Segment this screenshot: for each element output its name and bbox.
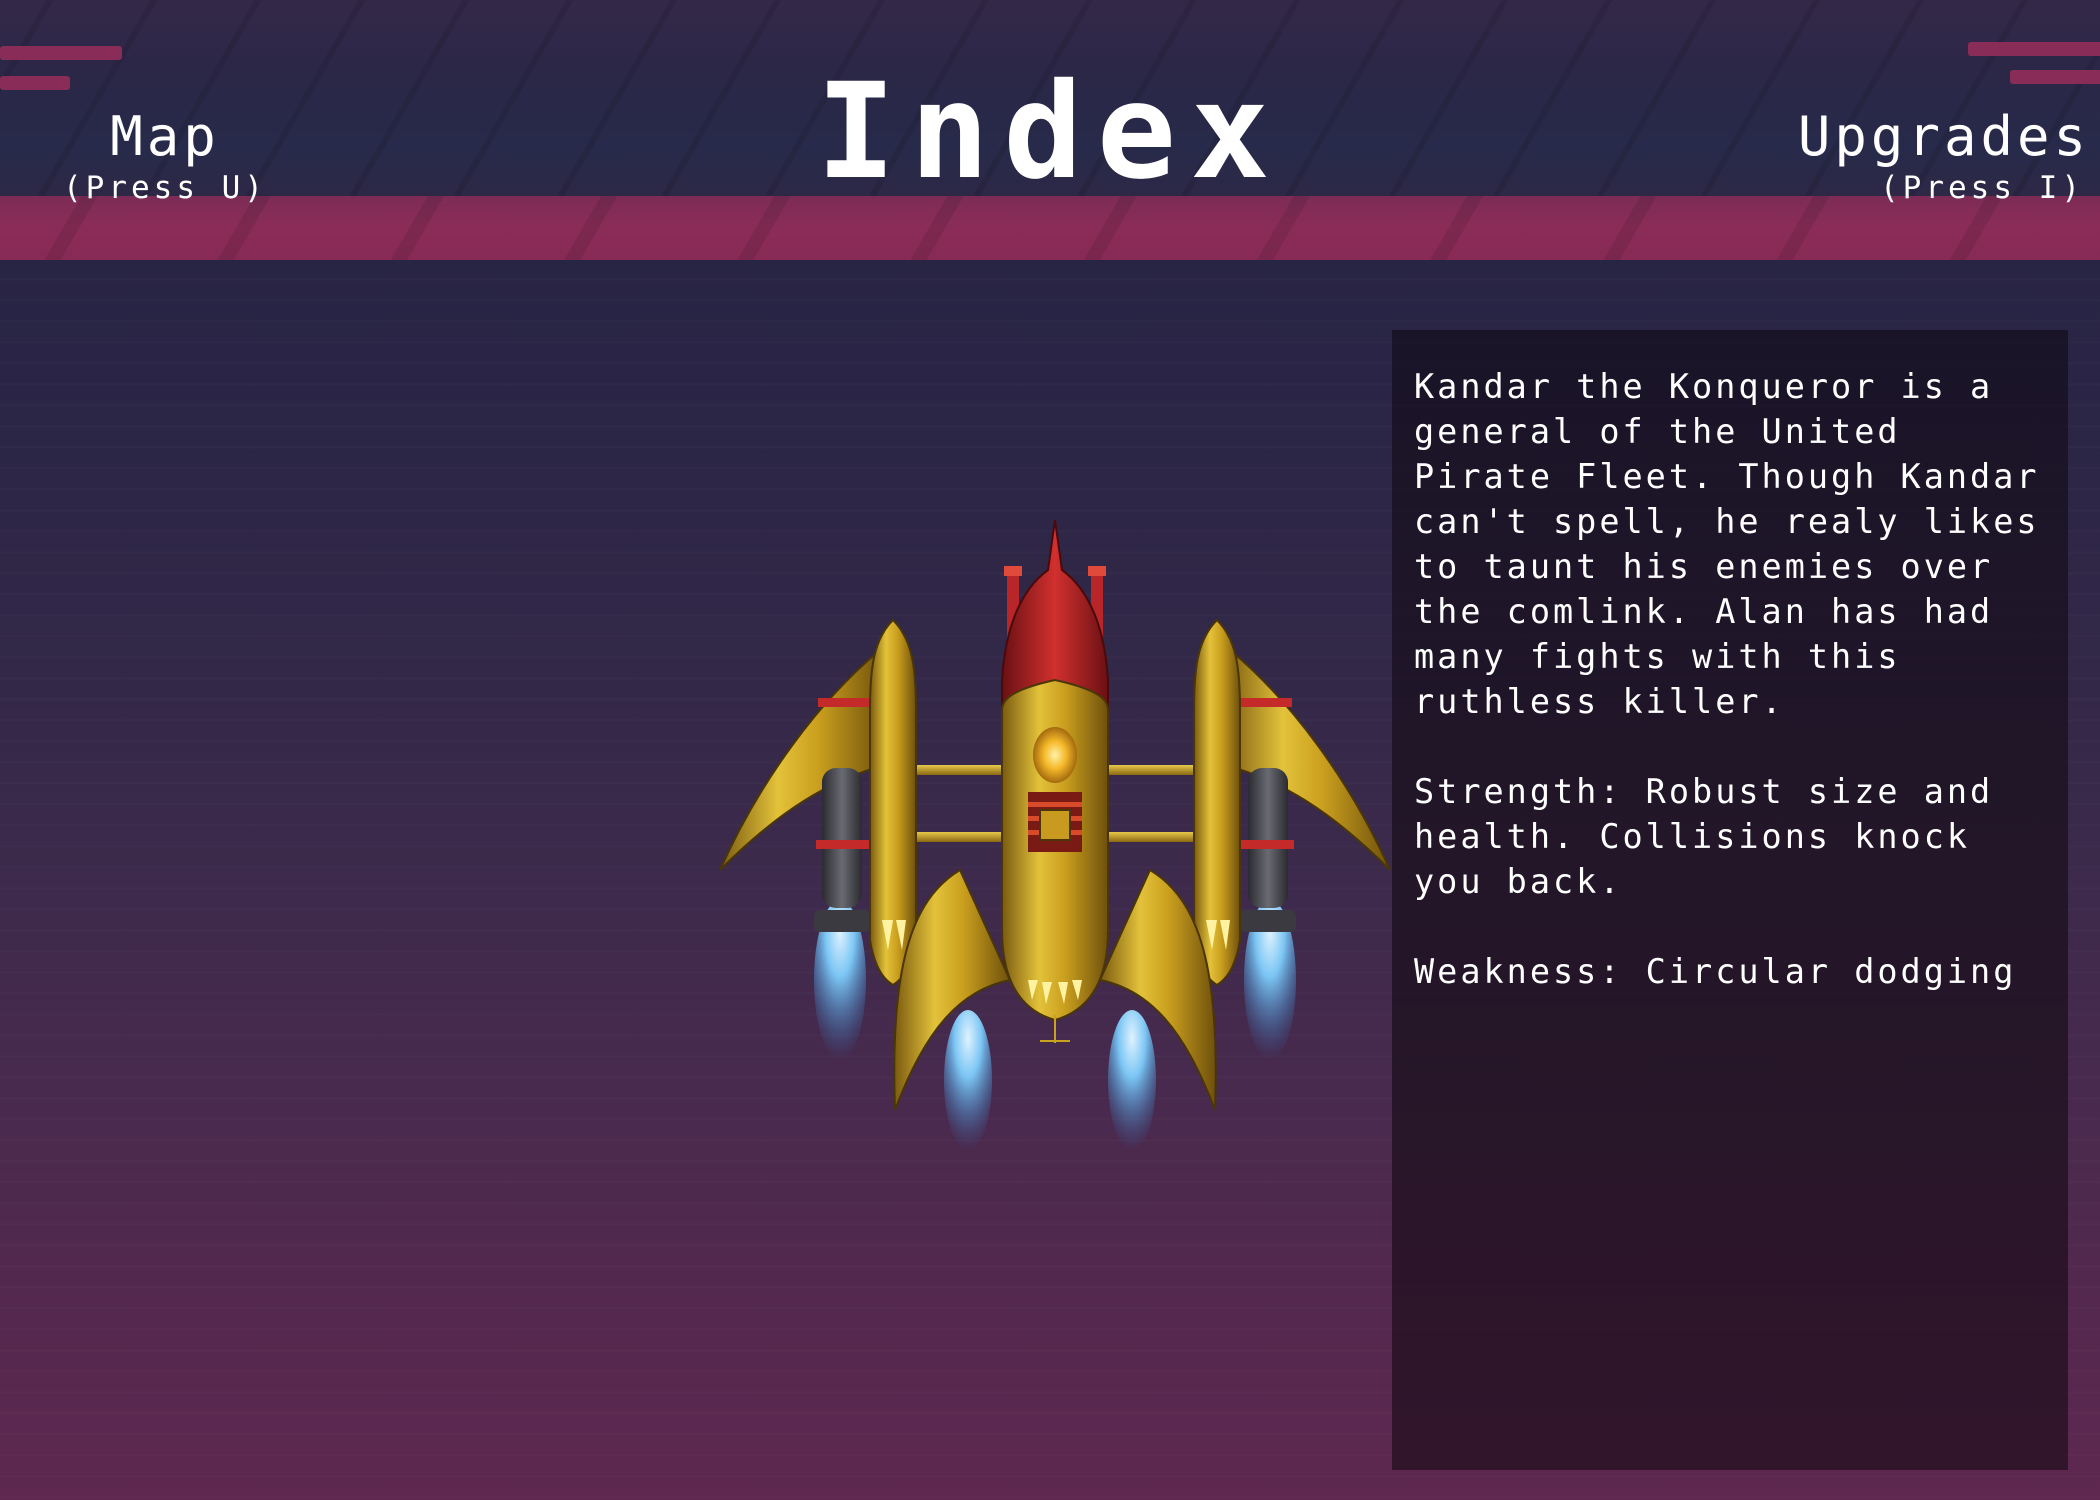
- ship-strength: Strength: Robust size and health. Collis…: [1414, 772, 2017, 901]
- ship-description: Kandar the Konqueror is a general of the…: [1414, 367, 2063, 721]
- header-accent-left-1: [0, 46, 122, 60]
- index-screen: Map (Press U) Index Upgrades (Press I) K…: [0, 0, 2100, 1500]
- ship-info-panel: Kandar the Konqueror is a general of the…: [1392, 330, 2068, 1470]
- ship-weakness: Weakness: Circular dodging: [1414, 952, 2017, 991]
- upgrades-nav-button[interactable]: Upgrades (Press I): [1760, 106, 2090, 208]
- upgrades-nav-label: Upgrades: [1797, 105, 2090, 168]
- header-bar: Map (Press U) Index Upgrades (Press I): [0, 0, 2100, 260]
- enemy-ship-icon: [719, 519, 1391, 1150]
- upgrades-nav-hint: (Press I): [1880, 170, 2084, 206]
- header-accent-right-1: [1968, 42, 2100, 56]
